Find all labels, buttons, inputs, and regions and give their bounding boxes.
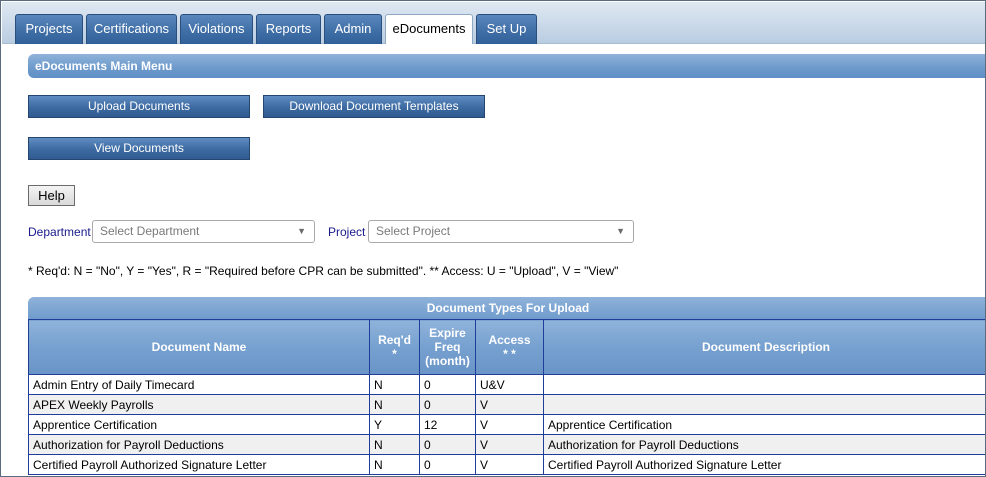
department-select-value: Select Department xyxy=(100,224,200,238)
cell-document-name: Apprentice Certification xyxy=(28,414,370,435)
project-label: Project xyxy=(328,225,366,239)
cell-expire: 12 xyxy=(419,414,476,435)
cell-document-name: Certified Payroll Authorized Signature L… xyxy=(28,454,370,475)
header-expire-freq[interactable]: Expire Freq (month) xyxy=(419,319,476,375)
table-row[interactable]: APEX Weekly Payrolls N 0 V xyxy=(28,394,985,415)
tab-setup[interactable]: Set Up xyxy=(476,14,537,44)
cell-reqd: N xyxy=(369,434,420,455)
app-window: Projects Certifications Violations Repor… xyxy=(0,0,986,477)
table-row[interactable]: Certified Payroll Authorized Signature L… xyxy=(28,454,985,475)
department-select[interactable]: Select Department ▼ xyxy=(92,220,315,243)
cell-expire: 0 xyxy=(419,454,476,475)
department-label: Department xyxy=(28,225,91,239)
tab-violations[interactable]: Violations xyxy=(180,14,253,44)
header-document-name[interactable]: Document Name xyxy=(28,319,370,375)
cell-reqd: N xyxy=(369,454,420,475)
cell-expire: 0 xyxy=(419,374,476,395)
cell-document-name: APEX Weekly Payrolls xyxy=(28,394,370,415)
legend-note: * Req'd: N = "No", Y = "Yes", R = "Requi… xyxy=(28,264,619,278)
help-button[interactable]: Help xyxy=(28,185,75,206)
table-row[interactable]: Apprentice Certification Y 12 V Apprenti… xyxy=(28,414,985,435)
table-title: Document Types For Upload xyxy=(28,297,985,319)
cell-description xyxy=(543,374,985,395)
cell-expire: 0 xyxy=(419,434,476,455)
cell-access: V xyxy=(475,434,544,455)
cell-access: V xyxy=(475,454,544,475)
upload-documents-button[interactable]: Upload Documents xyxy=(28,95,250,118)
chevron-down-icon: ▼ xyxy=(616,226,625,236)
main-content: eDocuments Main Menu Upload Documents Do… xyxy=(2,44,985,476)
view-documents-button[interactable]: View Documents xyxy=(28,137,250,160)
cell-access: V xyxy=(475,414,544,435)
cell-description: Authorization for Payroll Deductions xyxy=(543,434,985,455)
cell-expire: 0 xyxy=(419,394,476,415)
cell-description: Certified Payroll Authorized Signature L… xyxy=(543,454,985,475)
cell-reqd: N xyxy=(369,394,420,415)
project-select[interactable]: Select Project ▼ xyxy=(368,220,634,243)
cell-description: Apprentice Certification xyxy=(543,414,985,435)
header-reqd[interactable]: Req'd * xyxy=(369,319,420,375)
tab-edocuments[interactable]: eDocuments xyxy=(385,14,473,45)
reqd-footnote-mark: * xyxy=(392,347,397,361)
access-footnote-mark: * * xyxy=(503,347,516,361)
chevron-down-icon: ▼ xyxy=(297,226,306,236)
tab-reports[interactable]: Reports xyxy=(256,14,321,44)
document-types-table: Document Types For Upload Document Name … xyxy=(28,297,985,475)
table-row[interactable]: Authorization for Payroll Deductions N 0… xyxy=(28,434,985,455)
cell-reqd: N xyxy=(369,374,420,395)
section-header: eDocuments Main Menu xyxy=(28,54,985,78)
project-select-value: Select Project xyxy=(376,224,451,238)
cell-access: U&V xyxy=(475,374,544,395)
download-templates-button[interactable]: Download Document Templates xyxy=(263,95,485,118)
cell-reqd: Y xyxy=(369,414,420,435)
header-document-description[interactable]: Document Description xyxy=(543,319,985,375)
header-access[interactable]: Access * * xyxy=(475,319,544,375)
tab-bar: Projects Certifications Violations Repor… xyxy=(2,2,985,45)
cell-document-name: Authorization for Payroll Deductions xyxy=(28,434,370,455)
cell-description xyxy=(543,394,985,415)
tab-certifications[interactable]: Certifications xyxy=(86,14,177,44)
table-row[interactable]: Admin Entry of Daily Timecard N 0 U&V xyxy=(28,374,985,395)
tab-admin[interactable]: Admin xyxy=(324,14,382,44)
cell-document-name: Admin Entry of Daily Timecard xyxy=(28,374,370,395)
tab-projects[interactable]: Projects xyxy=(15,14,83,44)
cell-access: V xyxy=(475,394,544,415)
